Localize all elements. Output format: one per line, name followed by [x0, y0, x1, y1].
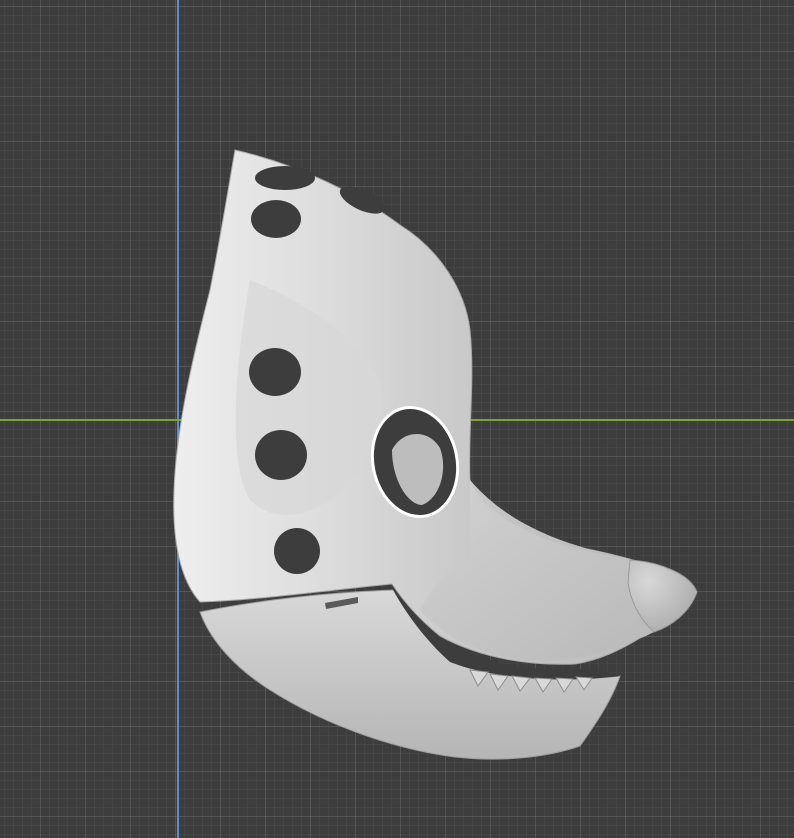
mask-model[interactable]: [0, 0, 794, 838]
3d-viewport[interactable]: [0, 0, 794, 838]
